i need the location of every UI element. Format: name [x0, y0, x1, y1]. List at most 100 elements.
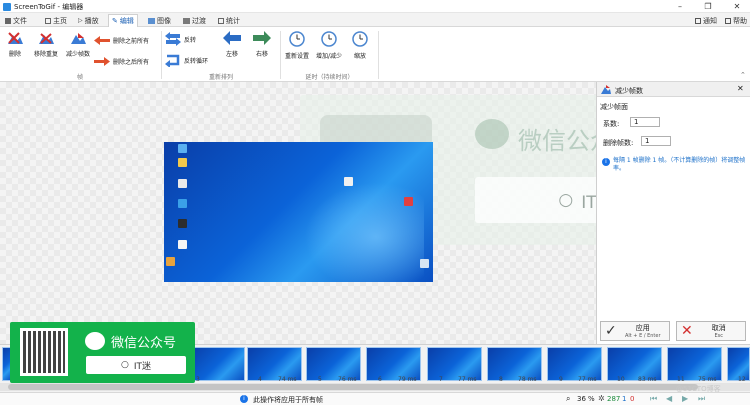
stats-icon [218, 17, 224, 24]
transition-icon [183, 17, 190, 24]
selected-frames: 1 [622, 395, 627, 403]
arrow-left-icon [223, 31, 241, 45]
zoom-value[interactable]: 36 [577, 395, 586, 403]
blog-watermark: @51CTO博客 [676, 385, 721, 393]
notifications-button[interactable]: 通知 [692, 14, 720, 27]
wechat-icon [85, 332, 105, 350]
previous-frame-icon[interactable]: ◀ [666, 394, 672, 403]
increase-decrease-delay-button[interactable]: 增加/减少 [312, 31, 346, 60]
tab-statistics[interactable]: 统计 [215, 14, 243, 27]
zoom-icon[interactable]: ⌕ [566, 394, 570, 404]
remove-duplicates-icon [39, 33, 54, 44]
reduce-frames-icon [601, 85, 611, 94]
frame-preview [164, 142, 433, 282]
status-message: 此操作将应用于所有帧 [253, 396, 323, 404]
file-icon [5, 17, 11, 24]
desktop-icon [178, 179, 187, 188]
last-frame-icon[interactable]: ⏭ [698, 394, 705, 404]
delete-button[interactable]: 删除 [4, 31, 26, 58]
desktop-icon [178, 158, 187, 167]
next-frame-icon[interactable]: ▶ [682, 394, 688, 403]
image-icon [148, 17, 155, 24]
tab-playback[interactable]: ▷ 播放 [75, 14, 102, 27]
remove-count-label: 删除帧数: [603, 139, 634, 147]
delay-group-label: 延时（持续时间） [305, 74, 354, 81]
checkbox-icon [695, 17, 701, 24]
clock-scale-icon [352, 31, 368, 47]
arrow-left-red-icon [94, 35, 110, 45]
divider [378, 31, 379, 79]
collapse-ribbon-icon[interactable]: ⌃ [740, 71, 746, 79]
reverse-button[interactable]: 反转 [165, 32, 196, 46]
recycle-bin-icon [420, 259, 429, 268]
promo-banner: 微信公众号 ○ IT迷 [10, 322, 195, 383]
play-icon: ▷ [78, 16, 83, 24]
cross-icon: ✕ [681, 323, 693, 339]
apply-button[interactable]: ✓ 应用 Alt + E / Enter [600, 321, 670, 341]
panel-close-icon[interactable]: ✕ [737, 84, 744, 93]
info-icon: i [240, 395, 248, 403]
tab-file[interactable]: 文件 [2, 14, 30, 27]
cancel-button[interactable]: ✕ 取消 Esc [676, 321, 746, 341]
help-button[interactable]: 帮助 [722, 14, 750, 27]
arrow-right-red-icon [94, 56, 110, 66]
desktop-icon [344, 177, 353, 186]
desktop-icon [166, 257, 175, 266]
reverse-icon [165, 32, 181, 46]
panel-header: 减少帧数 ✕ [597, 82, 750, 97]
promo-search[interactable]: ○ IT迷 [86, 356, 186, 374]
reduce-frames-panel: 减少帧数 ✕ 减少帧面 系数: 1 删除帧数: 1 i 每隔 1 帧删除 1 帧… [596, 82, 750, 344]
minimize-button[interactable]: – [670, 0, 690, 13]
desktop-icon [404, 197, 413, 206]
reorder-group-label: 重新排列 [208, 74, 233, 81]
promo-brand: 微信公众号 [111, 336, 177, 351]
frames-group-label: 帧 [76, 74, 83, 81]
qr-code [20, 328, 68, 376]
factor-input[interactable]: 1 [630, 117, 660, 127]
tab-transitions[interactable]: 过渡 [180, 14, 209, 27]
reduce-frames-icon [71, 33, 86, 44]
scale-delay-button[interactable]: 缩放 [346, 31, 374, 60]
remove-duplicates-button[interactable]: 移除重复 [30, 31, 62, 58]
tab-home[interactable]: 主页 [42, 14, 70, 27]
home-icon [45, 17, 51, 24]
info-text: 每隔 1 帧删除 1 帧。（不计算删除的帧）将调整帧率。 [613, 157, 746, 172]
search-icon: ○ [120, 360, 129, 370]
delete-next-button[interactable]: 删除之后所有 [94, 56, 149, 66]
scrollbar-thumb[interactable] [8, 384, 698, 390]
override-delay-button[interactable]: 重新设置 [282, 31, 312, 60]
divider [280, 31, 281, 79]
factor-label: 系数: [603, 120, 620, 128]
ribbon: 删除 移除重复 减少帧数 删除之前所有 删除之后所有 帧 反转 反转循环 左移 … [0, 27, 750, 82]
checkmark-icon: ✓ [605, 323, 617, 339]
zoom-unit: % [588, 395, 595, 403]
remove-count-input[interactable]: 1 [641, 136, 671, 146]
delete-frame-icon [8, 32, 23, 44]
close-button[interactable]: ✕ [727, 0, 747, 13]
clock-plus-icon [321, 31, 337, 47]
maximize-button[interactable]: ❐ [698, 0, 718, 13]
tab-image[interactable]: 图像 [145, 14, 174, 27]
first-frame-icon[interactable]: ⏮ [650, 394, 657, 404]
yoyo-button[interactable]: 反转循环 [165, 53, 208, 67]
desktop-icon [178, 240, 187, 249]
ribbon-tabs: 文件 主页 ▷ 播放 ✎ 编辑 图像 过渡 统计 通知 帮助 [0, 13, 750, 27]
info-icon: i [602, 158, 610, 166]
frames-icon: ✲ [598, 394, 605, 403]
pencil-icon: ✎ [112, 17, 118, 25]
tab-edit[interactable]: ✎ 编辑 [108, 14, 138, 27]
panel-section-title: 减少帧面 [600, 103, 628, 111]
clock-icon [289, 31, 305, 47]
search-icon: ○ [558, 190, 574, 210]
window-title: ScreenToGif - 编辑器 [14, 3, 84, 11]
move-right-button[interactable]: 右移 [250, 31, 274, 58]
total-frames: 287 [607, 395, 621, 403]
delete-previous-button[interactable]: 删除之前所有 [94, 35, 149, 45]
title-bar: ScreenToGif - 编辑器 – ❐ ✕ [0, 0, 750, 13]
app-icon [3, 3, 11, 11]
reduce-frames-button[interactable]: 减少帧数 [62, 31, 94, 58]
move-left-button[interactable]: 左移 [220, 31, 244, 58]
status-bar: i 此操作将应用于所有帧 ⌕ 36 % ✲ 287 1 0 ⏮ ◀ ▶ ⏭ @5… [0, 385, 750, 405]
horizontal-scrollbar[interactable] [0, 383, 750, 391]
qr-pattern [23, 331, 65, 373]
